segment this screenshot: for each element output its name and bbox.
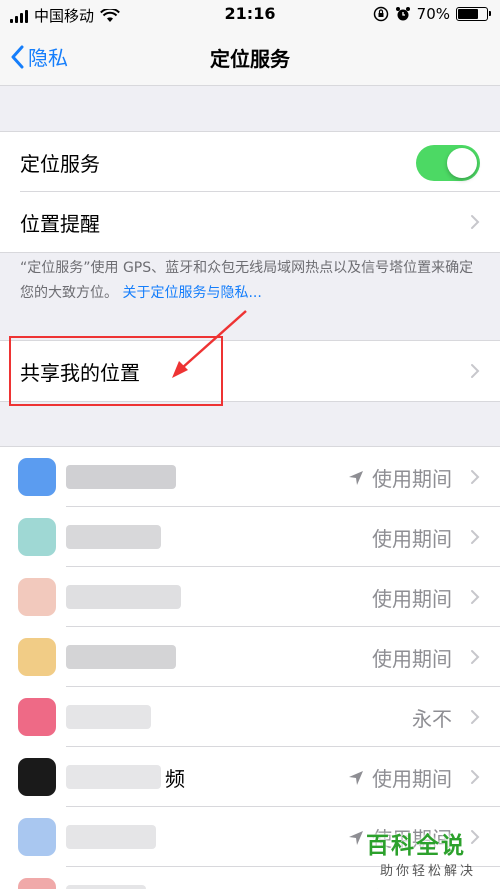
apps-list: 使用期间 使用期间 使用期间 使用期间 永不 频 使用期间 使用期间 — [0, 446, 500, 889]
status-right: 70% — [373, 5, 491, 23]
location-services-row: 定位服务 — [0, 132, 500, 192]
chevron-right-icon — [471, 364, 480, 378]
app-icon — [18, 818, 56, 856]
chevron-right-icon — [471, 710, 480, 724]
app-name-blur — [66, 585, 181, 609]
chevron-right-icon — [471, 590, 480, 604]
location-footnote: “定位服务”使用 GPS、蓝牙和众包无线局域网热点以及信号塔位置来确定您的大致方… — [20, 256, 480, 306]
app-status-label: 使用期间 — [372, 467, 452, 491]
app-row[interactable]: 使用期间 — [0, 567, 500, 627]
app-icon — [18, 698, 56, 736]
app-status-label: 使用期间 — [372, 767, 452, 791]
chevron-right-icon — [471, 530, 480, 544]
app-row[interactable]: 永不 — [0, 687, 500, 747]
app-name: 频 — [165, 767, 185, 791]
navigation-bar: 隐私 定位服务 — [0, 28, 500, 86]
status-bar: 中国移动 21:16 70% — [0, 0, 500, 28]
location-arrow-icon — [349, 770, 363, 785]
app-status-label: 使用期间 — [372, 527, 452, 551]
location-alerts-label: 位置提醒 — [20, 211, 100, 236]
location-arrow-icon — [349, 830, 363, 845]
app-status-label: 使用期间 — [372, 587, 452, 611]
toggle-knob — [447, 148, 477, 178]
app-icon — [18, 578, 56, 616]
app-icon — [18, 518, 56, 556]
app-icon — [18, 638, 56, 676]
location-arrow-icon — [349, 470, 363, 485]
app-icon — [18, 758, 56, 796]
watermark-logo: 百科全说 助你轻松解决 — [366, 826, 498, 886]
chevron-right-icon — [471, 470, 480, 484]
app-row[interactable]: 使用期间 — [0, 507, 500, 567]
chevron-right-icon — [471, 770, 480, 784]
app-name-blur — [66, 465, 176, 489]
app-status-label: 永不 — [412, 707, 452, 731]
alarm-icon — [395, 7, 410, 21]
battery-percent: 70% — [416, 5, 450, 23]
watermark-title: 百科全说 — [366, 833, 466, 859]
app-name-blur — [66, 645, 176, 669]
app-row[interactable]: 使用期间 — [0, 627, 500, 687]
app-status: 使用期间 — [348, 763, 452, 792]
battery-fill — [458, 9, 478, 19]
app-name-blur — [66, 525, 161, 549]
watermark-subtitle: 助你轻松解决 — [380, 864, 477, 879]
app-status: 使用期间 — [348, 463, 452, 492]
orientation-lock-icon — [373, 6, 388, 22]
chevron-right-icon — [471, 215, 480, 229]
app-status: 使用期间 — [372, 583, 452, 612]
privacy-link[interactable]: 关于定位服务与隐私... — [122, 285, 261, 301]
chevron-right-icon — [471, 650, 480, 664]
app-name-blur — [66, 825, 156, 849]
app-status: 永不 — [412, 703, 452, 732]
app-name-blur — [66, 765, 161, 789]
annotation-highlight-box — [9, 336, 223, 406]
page-title: 定位服务 — [210, 47, 290, 71]
app-name-blur — [66, 885, 146, 889]
location-services-label: 定位服务 — [20, 151, 100, 176]
app-row[interactable]: 使用期间 — [0, 447, 500, 507]
battery-icon — [456, 7, 491, 21]
app-icon — [18, 458, 56, 496]
location-settings-group: 定位服务 位置提醒 — [0, 131, 500, 253]
app-status: 使用期间 — [372, 643, 452, 672]
location-services-toggle[interactable] — [416, 145, 480, 181]
app-icon — [18, 878, 56, 889]
location-alerts-row[interactable]: 位置提醒 — [0, 192, 500, 252]
app-status: 使用期间 — [372, 523, 452, 552]
app-status-label: 使用期间 — [372, 647, 452, 671]
app-row[interactable]: 频 使用期间 — [0, 747, 500, 807]
app-name-blur — [66, 705, 151, 729]
